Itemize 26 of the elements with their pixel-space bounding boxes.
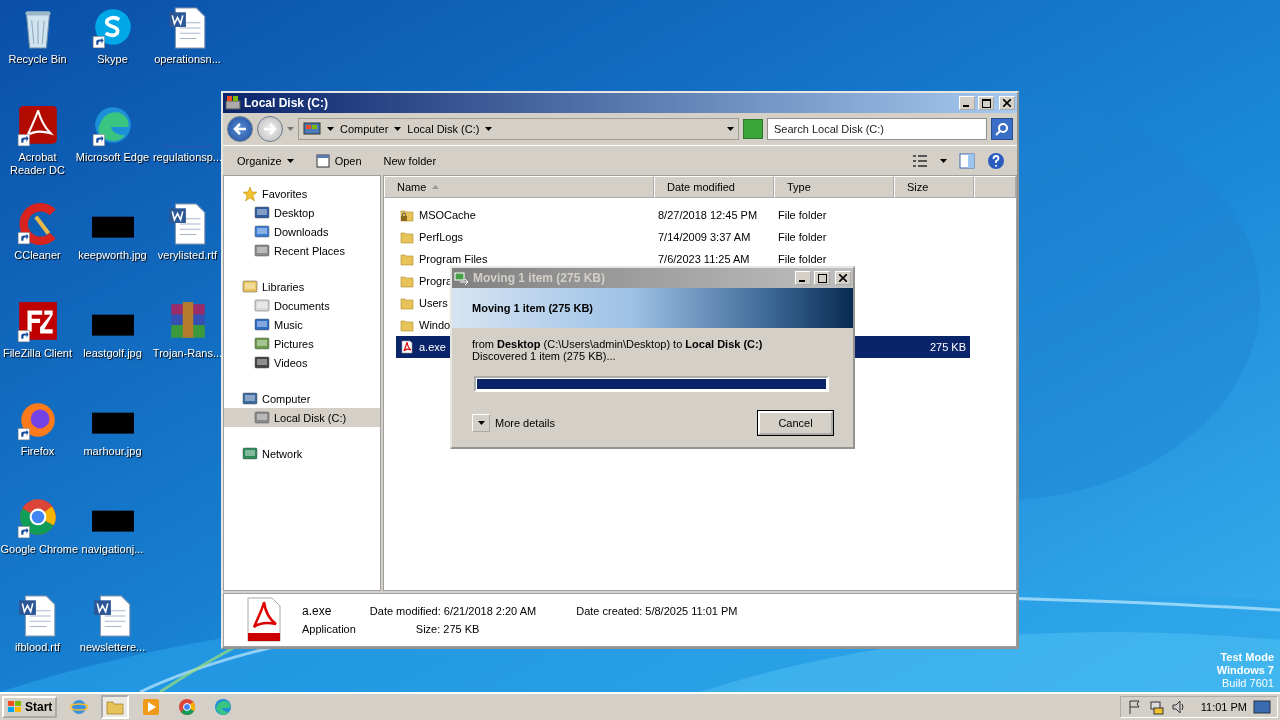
- dialog-title: Moving 1 item (275 KB): [473, 271, 607, 285]
- detail-field: Size: 275 KB: [415, 623, 537, 635]
- file-type: File folder: [778, 209, 827, 221]
- file-date: 7/6/2023 11:25 AM: [658, 253, 750, 265]
- status-text: Discovered 1 item (275 KB)...: [472, 350, 617, 362]
- file-name: Users: [419, 297, 448, 309]
- file-name: a.exe: [302, 604, 333, 618]
- move-description: from Desktop (C:\Users\admin\Desktop) to Local Disk (C:): [472, 338, 764, 350]
- file-date: 7/14/2009 3:37 AM: [658, 231, 751, 243]
- os-build-text: Windows 7: [1216, 664, 1274, 677]
- detail-field: Date created: 5/8/2025 11:01 PM: [576, 605, 738, 617]
- file-type: File folder: [778, 231, 827, 243]
- file-name: Program Files: [419, 253, 488, 265]
- file-type: Application: [302, 623, 356, 635]
- file-size: 275 KB: [929, 341, 966, 353]
- file-type: File folder: [778, 253, 827, 265]
- file-name: a.exe: [419, 341, 446, 353]
- file-name: Windo: [419, 319, 451, 331]
- window-title: Local Disk (C:): [244, 96, 329, 110]
- dialog-heading: Moving 1 item (275 KB): [472, 302, 594, 314]
- file-name: MSOCache: [419, 209, 476, 221]
- file-name: PerfLogs: [419, 231, 464, 243]
- detail-field: Date modified: 6/21/2018 2:20 AM: [369, 605, 537, 617]
- os-build-text: Test Mode: [1220, 651, 1274, 664]
- file-date: 8/27/2018 12:45 PM: [658, 209, 758, 221]
- os-build-text: Build 7601: [1222, 677, 1274, 690]
